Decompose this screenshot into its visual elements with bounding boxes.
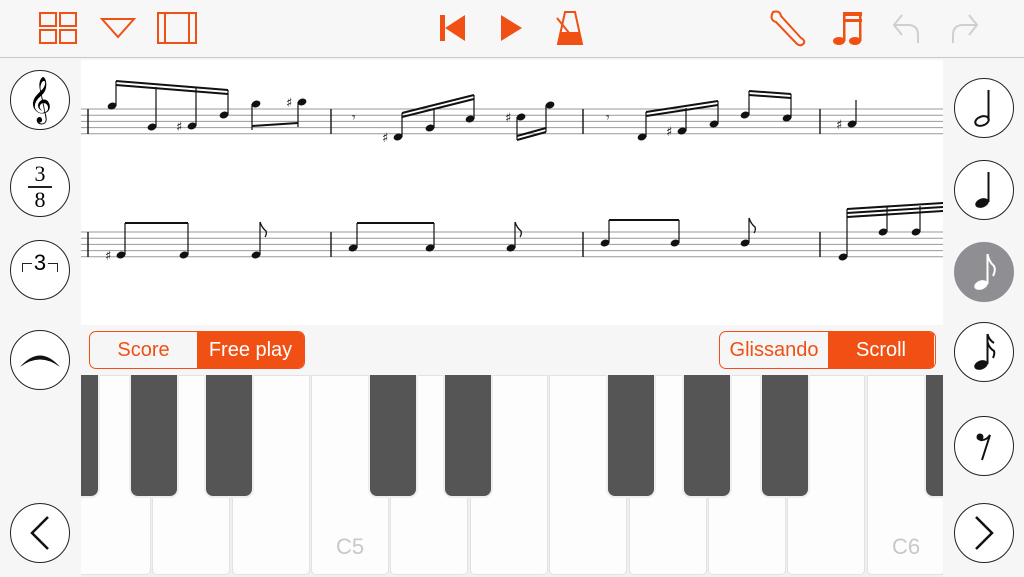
mode-free-play-tab[interactable]: Free play xyxy=(197,332,304,368)
beam xyxy=(251,122,299,127)
half-note-icon xyxy=(974,90,990,127)
beam xyxy=(516,127,547,137)
black-key[interactable] xyxy=(926,375,943,496)
quarter-note-icon xyxy=(975,172,990,208)
eighth-note-icon xyxy=(974,253,996,290)
key-label-c6: C6 xyxy=(891,534,921,559)
tuplet-number: 3 xyxy=(31,249,49,275)
sixteenth-note-icon xyxy=(974,333,996,370)
scroll-right-button[interactable] xyxy=(954,503,1014,563)
panel-icon[interactable] xyxy=(157,8,197,48)
note-flag xyxy=(748,217,756,234)
eighth-rest-icon xyxy=(976,433,991,461)
eighth-note-button[interactable] xyxy=(954,242,1014,302)
scroll-left-button[interactable] xyxy=(10,503,70,563)
beam xyxy=(748,90,792,95)
sharp-sign: ♯ xyxy=(176,120,182,135)
sharp-sign: ♯ xyxy=(505,111,511,126)
treble-clef-button[interactable]: 𝄞 xyxy=(10,70,70,130)
mode-score-tab[interactable]: Score xyxy=(90,332,197,368)
sixteenth-note-button[interactable] xyxy=(954,322,1014,382)
time-signature-top: 3 xyxy=(34,161,46,187)
treble-clef-icon: 𝄞 xyxy=(28,77,52,123)
sharp-sign: ♯ xyxy=(382,131,388,146)
black-key[interactable] xyxy=(762,375,808,496)
black-key[interactable] xyxy=(608,375,654,496)
black-key[interactable] xyxy=(81,375,98,496)
sharp-sign: ♯ xyxy=(666,125,672,140)
dropdown-triangle-icon[interactable] xyxy=(98,8,138,48)
black-key[interactable] xyxy=(445,375,491,496)
piano-keyboard[interactable]: C5 C6 xyxy=(81,375,943,577)
scroll-toggle: Glissando Scroll xyxy=(719,331,936,369)
skip-back-icon[interactable] xyxy=(432,8,472,48)
beam xyxy=(748,94,792,99)
mode-toggle: Score Free play xyxy=(89,331,305,369)
glissando-tab[interactable]: Glissando xyxy=(720,332,828,368)
toolbar xyxy=(0,0,1024,58)
play-icon[interactable] xyxy=(491,8,531,48)
key-label-c5: C5 xyxy=(335,534,365,559)
scroll-tab[interactable]: Scroll xyxy=(828,332,934,368)
sharp-sign: ♯ xyxy=(286,96,292,111)
half-note-button[interactable] xyxy=(954,78,1014,138)
beam xyxy=(401,94,475,114)
rest: 𝄾 xyxy=(606,110,610,126)
rest: 𝄾 xyxy=(352,110,356,126)
beam xyxy=(516,131,547,141)
chevron-left-icon xyxy=(30,516,49,550)
score-view[interactable]: ♯ ♯ 𝄾 ♯ ♯ 𝄾 ♯ ♯ ♯ xyxy=(81,60,943,325)
slur-icon xyxy=(20,355,60,367)
triplet-icon: 3 xyxy=(21,249,59,282)
triplet-button[interactable]: 3 xyxy=(10,240,70,300)
beam xyxy=(401,98,475,118)
note-flag xyxy=(514,221,522,238)
sharp-sign: ♯ xyxy=(836,118,842,133)
redo-icon[interactable] xyxy=(945,8,985,48)
black-key[interactable] xyxy=(684,375,730,496)
slur-button[interactable] xyxy=(10,330,70,390)
grid-icon[interactable] xyxy=(38,8,78,48)
time-signature-bottom: 8 xyxy=(34,186,46,212)
wrench-icon[interactable] xyxy=(767,8,807,48)
metronome-icon[interactable] xyxy=(550,8,590,48)
black-key[interactable] xyxy=(206,375,252,496)
time-signature-button[interactable]: 3 8 xyxy=(10,157,70,217)
note-flag xyxy=(259,221,267,238)
music-note-icon[interactable] xyxy=(827,8,867,48)
undo-icon[interactable] xyxy=(886,8,926,48)
black-key[interactable] xyxy=(131,375,177,496)
sharp-sign: ♯ xyxy=(105,249,111,264)
quarter-note-button[interactable] xyxy=(954,160,1014,220)
eighth-rest-button[interactable] xyxy=(954,416,1014,476)
chevron-right-icon xyxy=(975,516,994,550)
black-key[interactable] xyxy=(370,375,416,496)
